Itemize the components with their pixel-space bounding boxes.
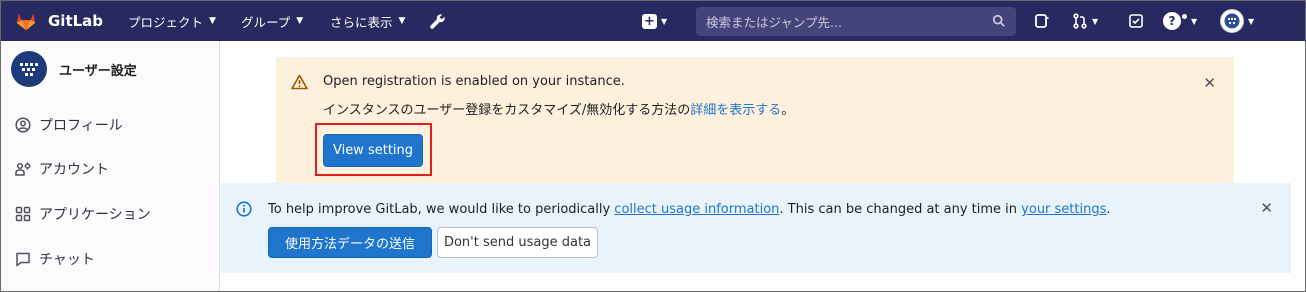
chevron-down-icon: ▼: [1191, 16, 1198, 26]
info-text-prefix: To help improve GitLab, we would like to…: [268, 202, 615, 217]
merge-request-icon: [1073, 13, 1087, 29]
nav-projects-menu[interactable]: プロジェクト ▼: [128, 1, 216, 41]
account-icon: [15, 161, 31, 177]
info-text: To help improve GitLab, we would like to…: [268, 202, 1111, 217]
sidebar-title: ユーザー設定: [59, 63, 137, 79]
sidebar-item-label: プロフィール: [39, 118, 123, 134]
warning-title: Open registration is enabled on your ins…: [323, 74, 625, 89]
warning-body-suffix: 。: [781, 103, 795, 118]
warning-body-text: インスタンスのユーザー登録をカスタマイズ/無効化する方法の: [323, 103, 691, 118]
chevron-down-icon: ▼: [398, 16, 406, 26]
merge-requests-dropdown[interactable]: ▼: [1072, 1, 1098, 41]
nav-groups-label: グループ: [241, 14, 291, 30]
app-window: GitLab プロジェクト ▼ グループ ▼ さらに表示 ▼ + ▼ 検索または…: [0, 0, 1306, 292]
gitlab-logo-text[interactable]: GitLab: [48, 1, 103, 41]
warning-body: インスタンスのユーザー登録をカスタマイズ/無効化する方法の詳細を表示する。: [323, 99, 794, 118]
sidebar-item-label: アカウント: [39, 162, 109, 178]
your-settings-link[interactable]: your settings: [1021, 202, 1106, 217]
chevron-down-icon: ▼: [209, 16, 216, 26]
nav-projects-label: プロジェクト: [128, 14, 204, 30]
info-icon: [236, 201, 252, 221]
sidebar: ユーザー設定 プロフィール アカウント アプリケーション チャット: [1, 41, 220, 291]
notification-dot-icon: [1182, 13, 1187, 19]
gitlab-logo-icon[interactable]: [15, 1, 37, 41]
nav-groups-menu[interactable]: グループ ▼: [241, 1, 303, 41]
chevron-down-icon: ▼: [1092, 16, 1099, 26]
plus-square-icon: +: [642, 13, 657, 29]
search-input[interactable]: 検索またはジャンプ先...: [696, 7, 1016, 36]
nav-more-label: さらに表示: [330, 14, 393, 30]
collect-usage-link[interactable]: collect usage information: [614, 202, 779, 217]
applications-icon: [15, 206, 31, 222]
chevron-down-icon: ▼: [296, 16, 304, 26]
admin-wrench-icon[interactable]: [429, 1, 446, 41]
sidebar-item-account[interactable]: アカウント: [15, 157, 109, 181]
close-icon[interactable]: ✕: [1260, 199, 1273, 217]
user-menu-dropdown[interactable]: ▼: [1220, 1, 1254, 41]
sidebar-item-applications[interactable]: アプリケーション: [15, 202, 151, 226]
send-usage-data-button[interactable]: 使用方法データの送信: [268, 227, 432, 258]
info-text-suffix: .: [1106, 202, 1111, 217]
user-avatar: [1220, 9, 1244, 33]
dont-send-usage-data-button[interactable]: Don't send usage data: [437, 227, 598, 258]
question-circle-icon: ?: [1163, 12, 1181, 30]
sidebar-item-chat[interactable]: チャット: [15, 247, 95, 271]
top-navbar: GitLab プロジェクト ▼ グループ ▼ さらに表示 ▼ + ▼ 検索または…: [1, 1, 1305, 41]
todo-icon[interactable]: [1128, 1, 1144, 41]
issues-icon[interactable]: [1034, 1, 1050, 41]
sidebar-item-label: チャット: [39, 252, 95, 268]
profile-icon: [15, 117, 31, 133]
sidebar-item-label: アプリケーション: [39, 207, 151, 223]
usage-ping-info-alert: To help improve GitLab, we would like to…: [221, 183, 1291, 273]
search-placeholder: 検索またはジャンプ先...: [706, 15, 842, 30]
warning-icon: [291, 74, 308, 94]
chat-icon: [15, 251, 31, 267]
user-avatar: [11, 51, 47, 87]
search-icon: [992, 14, 1006, 31]
info-text-middle: . This can be changed at any time in: [779, 202, 1022, 217]
sidebar-header[interactable]: ユーザー設定: [11, 51, 137, 87]
new-item-dropdown[interactable]: + ▼: [642, 1, 667, 41]
chevron-down-icon: ▼: [661, 16, 668, 26]
close-icon[interactable]: ✕: [1203, 74, 1216, 92]
chevron-down-icon: ▼: [1248, 16, 1255, 26]
learn-more-link[interactable]: 詳細を表示する: [690, 103, 781, 118]
nav-more-menu[interactable]: さらに表示 ▼: [330, 1, 405, 41]
view-setting-button[interactable]: View setting: [323, 134, 423, 167]
sidebar-item-profile[interactable]: プロフィール: [15, 113, 123, 137]
help-dropdown[interactable]: ? ▼: [1163, 1, 1197, 41]
